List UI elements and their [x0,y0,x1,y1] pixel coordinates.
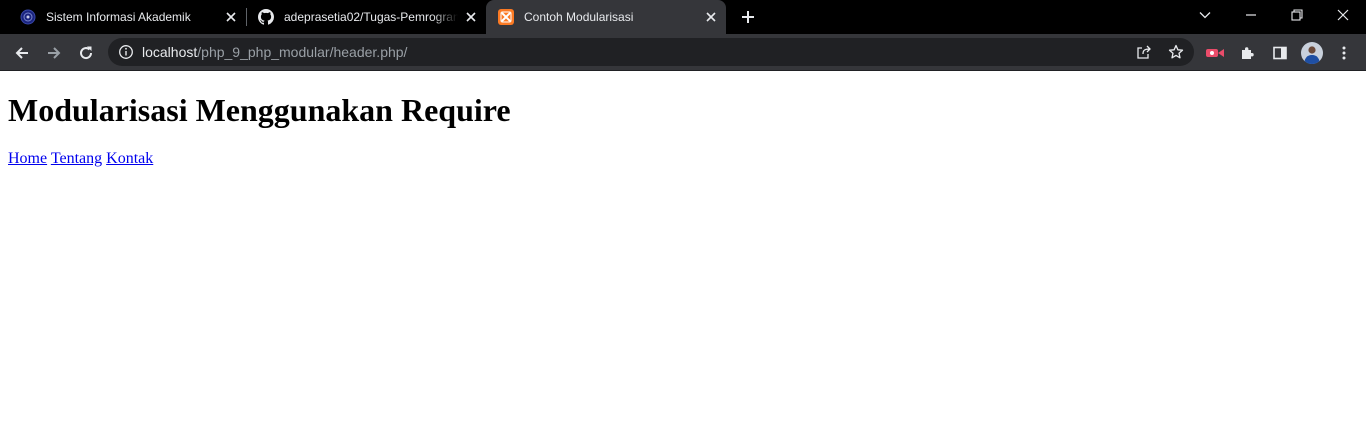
tab-contoh-modularisasi[interactable]: Contoh Modularisasi [486,0,726,34]
avatar [1301,42,1323,64]
forward-button[interactable] [41,40,67,66]
browser-menu-button[interactable] [1331,40,1357,66]
url-host: localhost [142,44,198,60]
address-bar[interactable]: localhost/php_9_php_modular/header.php/ [108,38,1194,66]
tab-sistem-informasi-akademik[interactable]: Sistem Informasi Akademik [0,0,246,34]
star-icon [1168,44,1184,59]
tab-title: adeprasetia02/Tugas-Pemrograman [284,10,458,24]
nav-link-home[interactable]: Home [8,150,47,167]
bookmark-button[interactable] [1166,42,1186,62]
puzzle-icon [1242,47,1254,59]
arrow-right-icon [48,47,61,59]
share-button[interactable] [1134,42,1154,62]
restore-button[interactable] [1274,0,1320,30]
tab-github-repo[interactable]: adeprasetia02/Tugas-Pemrograman [246,0,486,34]
back-button[interactable] [9,40,35,66]
more-vertical-icon [1342,46,1346,60]
new-tab-button[interactable] [736,5,760,29]
close-tab-icon[interactable] [702,8,720,26]
minimize-icon [1246,14,1256,16]
info-icon[interactable] [118,44,134,60]
tab-strip: Sistem Informasi Akademik adeprasetia02/… [0,0,1366,34]
page-title: Modularisasi Menggunakan Require [8,92,511,128]
close-icon [1337,9,1349,21]
reload-button[interactable] [73,40,99,66]
github-icon [258,9,274,25]
restore-icon [1291,9,1303,21]
url-path: /php_9_php_modular/header.php/ [197,44,408,60]
url-text[interactable]: localhost/php_9_php_modular/header.php/ [142,38,407,66]
close-window-button[interactable] [1320,0,1366,30]
xampp-icon [498,9,514,25]
extension-button[interactable] [1202,40,1228,66]
close-tab-icon[interactable] [222,8,240,26]
reload-icon [80,46,93,60]
profile-button[interactable] [1299,40,1325,66]
nav-link-tentang[interactable]: Tentang [51,150,102,167]
close-tab-icon[interactable] [462,8,480,26]
chevron-down-icon [1199,12,1211,19]
arrow-left-icon [15,47,28,59]
page-viewport: Modularisasi Menggunakan Require Home Te… [0,71,1366,435]
side-panel-button[interactable] [1267,40,1293,66]
tab-title: Contoh Modularisasi [524,10,634,24]
page-nav: Home Tentang Kontak [8,150,153,168]
extensions-menu-button[interactable] [1235,40,1261,66]
share-icon [1137,45,1151,59]
minimize-button[interactable] [1228,0,1274,30]
record-extension-icon [1206,49,1224,57]
university-seal-icon [20,9,36,25]
browser-toolbar: localhost/php_9_php_modular/header.php/ [0,34,1366,71]
side-panel-icon [1273,46,1287,60]
tab-title: Sistem Informasi Akademik [46,10,191,24]
nav-link-kontak[interactable]: Kontak [106,150,153,167]
tab-search-button[interactable] [1182,0,1228,30]
